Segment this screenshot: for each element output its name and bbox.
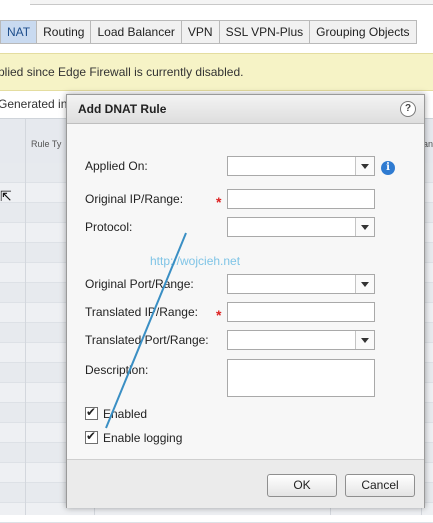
- annotation-arrow-icon: [105, 232, 187, 429]
